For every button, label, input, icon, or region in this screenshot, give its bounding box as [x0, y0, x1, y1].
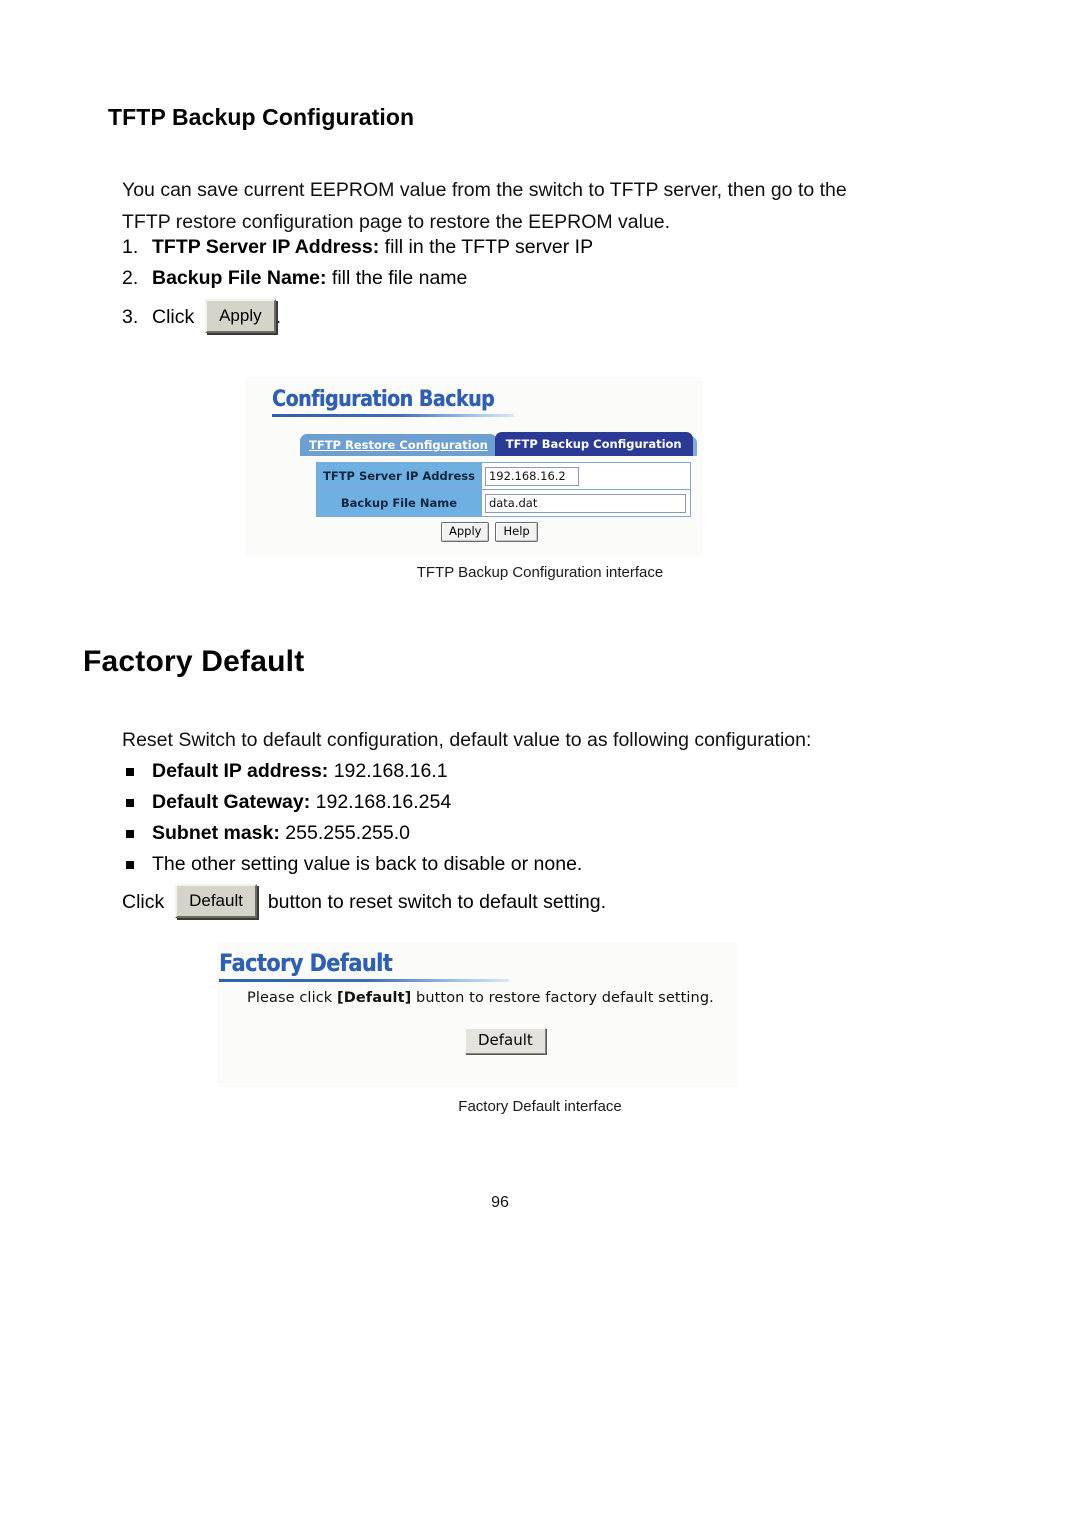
message-pre: Please click	[247, 990, 337, 1006]
backup-settings-table: TFTP Server IP Address 192.168.16.2 Back…	[316, 462, 691, 517]
bullet-text: 192.168.16.1	[328, 760, 448, 782]
factory-default-bullets: Default IP address: 192.168.16.1 Default…	[122, 756, 882, 880]
step-number: 2.	[122, 267, 139, 289]
click-suffix: button to reset switch to default settin…	[267, 891, 607, 913]
list-item: 2. Backup File Name: fill the file name	[122, 263, 882, 294]
step-number: 3.	[122, 306, 139, 328]
tab-tftp-backup-configuration[interactable]: TFTP Backup Configuration	[494, 432, 693, 456]
factory-ui-title: Factory Default	[219, 949, 393, 977]
backup-file-name-input[interactable]: data.dat	[484, 493, 686, 513]
ui-apply-button[interactable]: Apply	[441, 522, 490, 542]
title-underline	[219, 979, 509, 982]
step-text-suffix: .	[275, 306, 282, 328]
apply-button[interactable]: Apply	[205, 298, 276, 333]
page-number: 96	[491, 1194, 509, 1211]
bullet-square-icon	[126, 768, 134, 776]
label-tftp-server-ip-address: TFTP Server IP Address	[316, 462, 482, 490]
factory-ui-message: Please click [Default] button to restore…	[247, 990, 714, 1006]
ui-help-button[interactable]: Help	[495, 522, 538, 542]
list-item: Default IP address: 192.168.16.1	[122, 756, 882, 787]
bullet-square-icon	[126, 861, 134, 869]
factory-default-screenshot: Factory Default Please click [Default] b…	[217, 942, 737, 1087]
backup-ui-tabs: TFTP Restore Configuration TFTP Backup C…	[300, 432, 697, 456]
bullet-square-icon	[126, 799, 134, 807]
chapter-title: Factory Default	[83, 645, 305, 678]
list-item: Subnet mask: 255.255.255.0	[122, 818, 882, 849]
factory-ui-title-block: Factory Default	[219, 949, 509, 982]
factory-default-intro: Reset Switch to default configuration, d…	[122, 729, 812, 751]
bullet-text: 255.255.255.0	[279, 822, 410, 844]
list-item: The other setting value is back to disab…	[122, 849, 882, 880]
step-text: Click	[152, 306, 195, 328]
figure-caption-factory: Factory Default interface	[458, 1098, 622, 1115]
backup-ui-title: Configuration Backup	[272, 387, 495, 412]
bullet-square-icon	[126, 830, 134, 838]
click-default-instruction: Click Default button to reset switch to …	[122, 883, 607, 920]
list-item: 3. Click Apply.	[122, 294, 882, 340]
bullet-text: The other setting value is back to disab…	[152, 853, 583, 875]
field-cell-backup-file-name: data.dat	[480, 489, 691, 517]
table-row: Backup File Name data.dat	[316, 489, 691, 517]
tftp-server-ip-input[interactable]: 192.168.16.2	[484, 466, 579, 486]
message-bold: [Default]	[336, 990, 412, 1006]
backup-ui-title-block: Configuration Backup	[272, 387, 530, 417]
tftp-steps-list: 1. TFTP Server IP Address: fill in the TF…	[122, 232, 882, 340]
message-post: button to restore factory default settin…	[411, 990, 714, 1006]
step-label: Backup File Name:	[152, 267, 327, 289]
title-underline	[272, 414, 514, 417]
tftp-intro-paragraph: You can save current EEPROM value from t…	[122, 179, 847, 233]
figure-caption-backup: TFTP Backup Configuration interface	[416, 564, 664, 581]
label-backup-file-name: Backup File Name	[316, 489, 482, 517]
list-item: 1. TFTP Server IP Address: fill in the TF…	[122, 232, 882, 263]
tab-tftp-restore-configuration[interactable]: TFTP Restore Configuration	[300, 434, 497, 456]
click-prefix: Click	[122, 891, 165, 913]
step-text: fill the file name	[326, 267, 468, 289]
page-title: TFTP Backup Configuration	[108, 104, 415, 130]
bullet-label: Default Gateway:	[152, 791, 311, 813]
default-button[interactable]: Default	[175, 883, 257, 918]
backup-ui-button-row: Apply Help	[441, 522, 538, 542]
bullet-label: Default IP address:	[152, 760, 329, 782]
step-number: 1.	[122, 236, 139, 258]
step-text: fill in the TFTP server IP	[379, 236, 594, 258]
field-cell-tftp-server-ip: 192.168.16.2	[480, 462, 691, 490]
document-page: TFTP Backup Configuration You can save c…	[0, 0, 1080, 1527]
bullet-label: Subnet mask:	[152, 822, 280, 844]
step-label: TFTP Server IP Address:	[152, 236, 380, 258]
factory-ui-default-button[interactable]: Default	[465, 1028, 546, 1054]
bullet-text: 192.168.16.254	[310, 791, 452, 813]
table-row: TFTP Server IP Address 192.168.16.2	[316, 462, 691, 490]
configuration-backup-screenshot: Configuration Backup TFTP Restore Config…	[245, 377, 703, 555]
list-item: Default Gateway: 192.168.16.254	[122, 787, 882, 818]
